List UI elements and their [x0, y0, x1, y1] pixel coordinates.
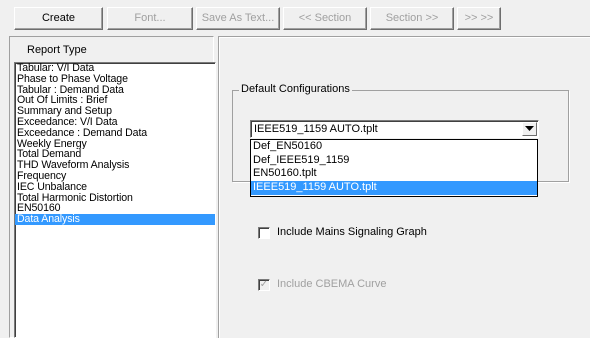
list-item[interactable]: Summary and Setup	[15, 106, 215, 117]
configuration-combo-value: IEEE519_1159 AUTO.tplt	[254, 123, 378, 135]
list-item[interactable]: IEC Unbalance	[15, 182, 215, 193]
configuration-dropdown-list[interactable]: Def_EN50160 Def_IEEE519_1159 EN50160.tpl…	[250, 139, 538, 197]
mains-signaling-label: Include Mains Signaling Graph	[277, 226, 427, 238]
cbema-option[interactable]: ✓ Include CBEMA Curve	[258, 278, 458, 292]
dropdown-option[interactable]: Def_IEEE519_1159	[251, 154, 537, 168]
list-item[interactable]: THD Waveform Analysis	[15, 160, 215, 171]
list-item[interactable]: Tabular : Demand Data	[15, 85, 215, 96]
report-type-list[interactable]: Tabular: V/I Data Phase to Phase Voltage…	[14, 62, 216, 338]
previous-section-button[interactable]: << Section	[283, 7, 367, 30]
dropdown-option[interactable]: EN50160.tplt	[251, 167, 537, 181]
report-type-title: Report Type	[27, 44, 87, 56]
mains-signaling-checkbox[interactable]	[258, 227, 270, 239]
create-button[interactable]: Create	[14, 7, 103, 30]
default-configurations-label: Default Configurations	[239, 83, 352, 95]
last-section-button[interactable]: >> >>	[457, 7, 501, 30]
mains-signaling-option[interactable]: Include Mains Signaling Graph	[258, 226, 458, 240]
next-section-button[interactable]: Section >>	[370, 7, 454, 30]
list-item[interactable]: Total Harmonic Distortion	[15, 193, 215, 204]
configuration-combo[interactable]: IEEE519_1159 AUTO.tplt	[250, 120, 539, 138]
chevron-down-icon[interactable]	[522, 122, 537, 136]
dropdown-option[interactable]: Def_EN50160	[251, 140, 537, 154]
list-item[interactable]: Frequency	[15, 171, 215, 182]
list-item[interactable]: Total Demand	[15, 149, 215, 160]
list-item-selected[interactable]: Data Analysis	[15, 214, 215, 225]
list-item[interactable]: Out Of Limits : Brief	[15, 95, 215, 106]
list-item[interactable]: Exceedance : Demand Data	[15, 128, 215, 139]
font-button[interactable]: Font...	[107, 7, 193, 30]
list-item[interactable]: Tabular: V/I Data	[15, 63, 215, 74]
save-as-text-button[interactable]: Save As Text...	[196, 7, 280, 30]
list-item[interactable]: Phase to Phase Voltage	[15, 74, 215, 85]
list-item[interactable]: EN50160	[15, 203, 215, 214]
checkmark-icon: ✓	[259, 279, 269, 290]
cbema-checkbox[interactable]: ✓	[258, 279, 270, 291]
list-item[interactable]: Exceedance: V/I Data	[15, 117, 215, 128]
dropdown-option-selected[interactable]: IEEE519_1159 AUTO.tplt	[251, 181, 537, 195]
list-item[interactable]: Weekly Energy	[15, 139, 215, 150]
cbema-label: Include CBEMA Curve	[277, 278, 387, 290]
